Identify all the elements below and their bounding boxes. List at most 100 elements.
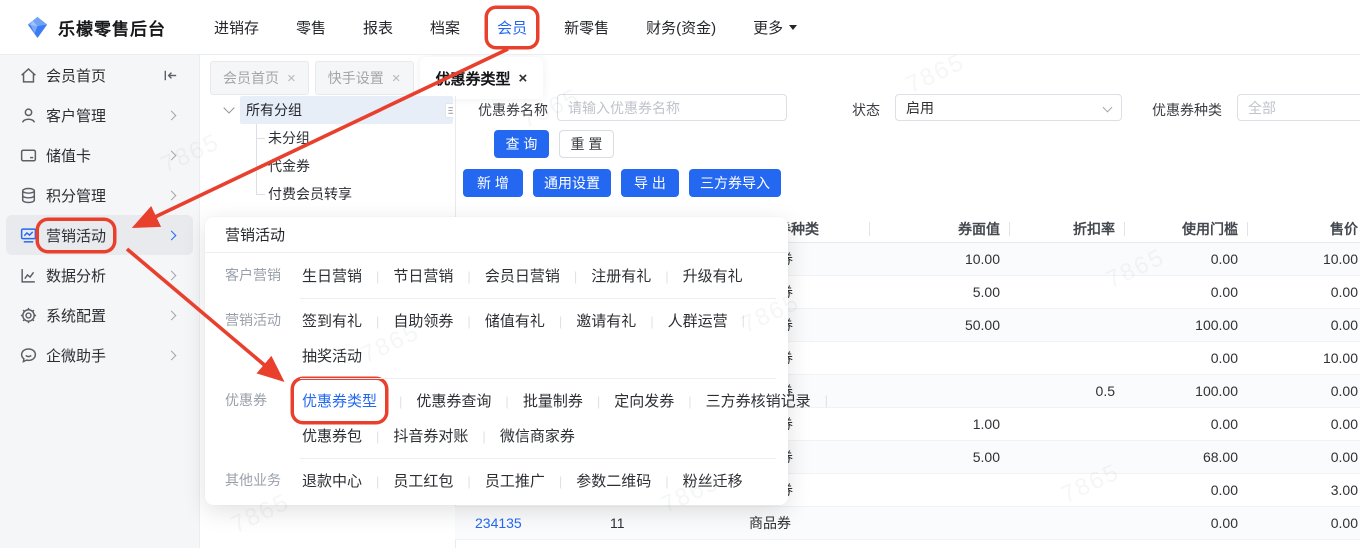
mega-menu-item[interactable]: 抽奖活动 bbox=[302, 345, 362, 366]
mega-menu-item[interactable]: 员工推广 bbox=[453, 470, 545, 491]
tree-node[interactable]: 付费会员转享 bbox=[215, 180, 453, 208]
mega-menu-title: 营销活动 bbox=[205, 217, 788, 253]
mega-menu-row: 签到有礼自助领券储值有礼邀请有礼人群运营 bbox=[302, 307, 788, 334]
cell-discount-rate bbox=[1010, 507, 1125, 539]
nav-menu-item[interactable]: 新零售 bbox=[555, 9, 618, 46]
chevron-down-icon bbox=[1102, 102, 1113, 113]
cell-threshold: 0.00 bbox=[1210, 515, 1238, 531]
tab-label: 优惠券类型 bbox=[435, 70, 511, 88]
cell-face-value: 50.00 bbox=[964, 317, 1000, 333]
nav-menu-item[interactable]: 更多 bbox=[744, 9, 806, 46]
sidebar-item-wecom-assistant[interactable]: 企微助手 bbox=[6, 335, 193, 375]
cell-code-link[interactable]: 234135 bbox=[455, 507, 585, 539]
mega-menu-item[interactable]: 优惠券类型 bbox=[294, 380, 385, 421]
chat-assistant-icon bbox=[20, 347, 37, 363]
mega-menu-item[interactable]: 会员日营销 bbox=[453, 265, 560, 286]
cell-price: 0.00 bbox=[1330, 284, 1358, 300]
sidebar-item-customer[interactable]: 客户管理 bbox=[6, 95, 193, 135]
tree-node-label: 未分组 bbox=[268, 130, 310, 146]
cell-threshold: 0.00 bbox=[1210, 251, 1238, 267]
collapse-sidebar-icon[interactable] bbox=[162, 67, 179, 84]
tab-close-icon[interactable]: × bbox=[519, 70, 528, 87]
mega-menu-item[interactable]: 批量制券 bbox=[491, 390, 583, 411]
tree-node[interactable]: 未分组 bbox=[215, 124, 453, 152]
cell-threshold: 100.00 bbox=[1195, 383, 1238, 399]
mega-menu-item[interactable]: 优惠券包 bbox=[302, 425, 362, 446]
reset-button[interactable]: 重 置 bbox=[559, 130, 614, 158]
sidebar-item-points[interactable]: 积分管理 bbox=[6, 175, 193, 215]
sidebar-item-stored-card[interactable]: 储值卡 bbox=[6, 135, 193, 175]
mega-menu-section-label: 优惠券 bbox=[225, 392, 267, 408]
nav-menu-item[interactable]: 档案 bbox=[421, 9, 469, 46]
mega-menu-item[interactable]: 自助领券 bbox=[362, 310, 453, 331]
add-button[interactable]: 新 增 bbox=[463, 169, 523, 197]
mega-menu-item[interactable]: 邀请有礼 bbox=[545, 310, 636, 331]
cell-price: 0.00 bbox=[1330, 515, 1358, 531]
tab-label: 快手设置 bbox=[327, 70, 384, 86]
chevron-right-icon bbox=[166, 110, 177, 120]
page-tab[interactable]: 快手设置 × bbox=[314, 61, 414, 95]
coupon-name-input[interactable] bbox=[557, 94, 787, 121]
nav-menu-item[interactable]: 报表 bbox=[354, 9, 402, 46]
mega-menu-item[interactable]: 签到有礼 bbox=[302, 310, 362, 331]
cell-price: 0.00 bbox=[1330, 416, 1358, 432]
mega-menu-item[interactable]: 参数二维码 bbox=[545, 470, 651, 491]
tree-root-all-groups[interactable]: 所有分组 bbox=[215, 96, 453, 124]
tree-children: 未分组 代金券 付费会员转享 bbox=[215, 124, 453, 208]
sidebar-item-member-home[interactable]: 会员首页 bbox=[6, 55, 193, 95]
mega-menu-section-label: 客户营销 bbox=[225, 267, 281, 283]
nav-menu-item[interactable]: 财务(资金) bbox=[637, 9, 725, 46]
sidebar-item-analytics[interactable]: 数据分析 bbox=[6, 255, 193, 295]
general-settings-button[interactable]: 通用设置 bbox=[533, 169, 611, 197]
chevron-right-icon bbox=[166, 270, 177, 280]
mega-menu-item[interactable]: 员工红包 bbox=[362, 470, 453, 491]
mega-menu-item[interactable]: 粉丝迁移 bbox=[651, 470, 743, 491]
cell-threshold: 100.00 bbox=[1195, 317, 1238, 333]
cell-face-value: 1.00 bbox=[972, 416, 1000, 432]
nav-menu-item[interactable]: 进销存 bbox=[205, 9, 268, 46]
sidebar-item-settings[interactable]: 系统配置 bbox=[6, 295, 193, 335]
marketing-mega-menu: 营销活动 客户营销 生日营销节日营销会员日营销注册有礼升级有礼 营销活动 签到有… bbox=[205, 217, 811, 505]
coupon-kind-input[interactable] bbox=[1237, 94, 1360, 121]
page-tab[interactable]: 优惠券类型 × bbox=[419, 57, 544, 99]
tab-close-icon[interactable]: × bbox=[287, 70, 296, 87]
tree-node[interactable]: 代金券 bbox=[215, 152, 453, 180]
mega-menu-item[interactable]: 微信商家券 bbox=[468, 425, 575, 446]
table-row[interactable]: 234135 11 商品券 0.00 0.00 bbox=[455, 507, 1360, 540]
cell-face-value: 10.00 bbox=[964, 251, 1000, 267]
nav-menu-item[interactable]: 会员 bbox=[488, 9, 536, 46]
sidebar-item-marketing[interactable]: 营销活动 bbox=[6, 215, 193, 255]
third-party-import-button[interactable]: 三方券导入 bbox=[689, 169, 781, 197]
tab-bar: 会员首页 × 快手设置 × 优惠券类型 × bbox=[210, 57, 544, 99]
nav-menu-item[interactable]: 零售 bbox=[287, 9, 335, 46]
chevron-down-icon[interactable] bbox=[223, 102, 235, 114]
mega-menu-item[interactable]: 注册有礼 bbox=[560, 265, 651, 286]
top-navbar: 乐檬零售后台 进销存 零售 报表 档案 会员 新零售 财务(资金) 更多 bbox=[0, 0, 1360, 55]
collapse-tree-icon[interactable] bbox=[445, 103, 453, 118]
mega-menu-item[interactable]: 人群运营 bbox=[636, 310, 728, 331]
mega-menu-item[interactable]: 定向发券 bbox=[583, 390, 674, 411]
customer-icon bbox=[21, 107, 36, 123]
export-button[interactable]: 导 出 bbox=[621, 169, 679, 197]
mega-menu-section: 优惠券 优惠券类型优惠券查询批量制券定向发券三方券核销记录 优惠券包抖音券对账微… bbox=[205, 378, 811, 458]
tab-close-icon[interactable]: × bbox=[392, 70, 401, 87]
tab-label: 会员首页 bbox=[223, 70, 279, 86]
page-tab[interactable]: 会员首页 × bbox=[210, 61, 309, 95]
mega-menu-item[interactable]: 储值有礼 bbox=[453, 310, 545, 331]
cell-type: 商品券 bbox=[749, 515, 791, 531]
mega-menu-item[interactable]: 三方券核销记录 bbox=[674, 390, 811, 411]
mega-menu-item[interactable]: 升级有礼 bbox=[651, 265, 743, 286]
search-button[interactable]: 查 询 bbox=[494, 130, 549, 158]
status-select[interactable]: 启用 bbox=[895, 94, 1122, 121]
mega-menu-item[interactable]: 优惠券查询 bbox=[377, 390, 491, 411]
nav-menu-item-label: 档案 bbox=[430, 20, 461, 37]
mega-menu-section-rows: 生日营销节日营销会员日营销注册有礼升级有礼 bbox=[302, 262, 788, 289]
mega-menu-section-rows: 退款中心员工红包员工推广参数二维码粉丝迁移 bbox=[302, 467, 788, 494]
nav-menu-item-label: 进销存 bbox=[214, 20, 260, 37]
mega-menu-item[interactable]: 节日营销 bbox=[362, 265, 453, 286]
logo-icon bbox=[27, 16, 48, 39]
mega-menu-item[interactable]: 抖音券对账 bbox=[362, 425, 468, 446]
mega-menu-row: 抽奖活动 bbox=[302, 342, 788, 369]
mega-menu-item[interactable]: 退款中心 bbox=[302, 470, 362, 491]
mega-menu-item[interactable]: 生日营销 bbox=[302, 265, 362, 286]
